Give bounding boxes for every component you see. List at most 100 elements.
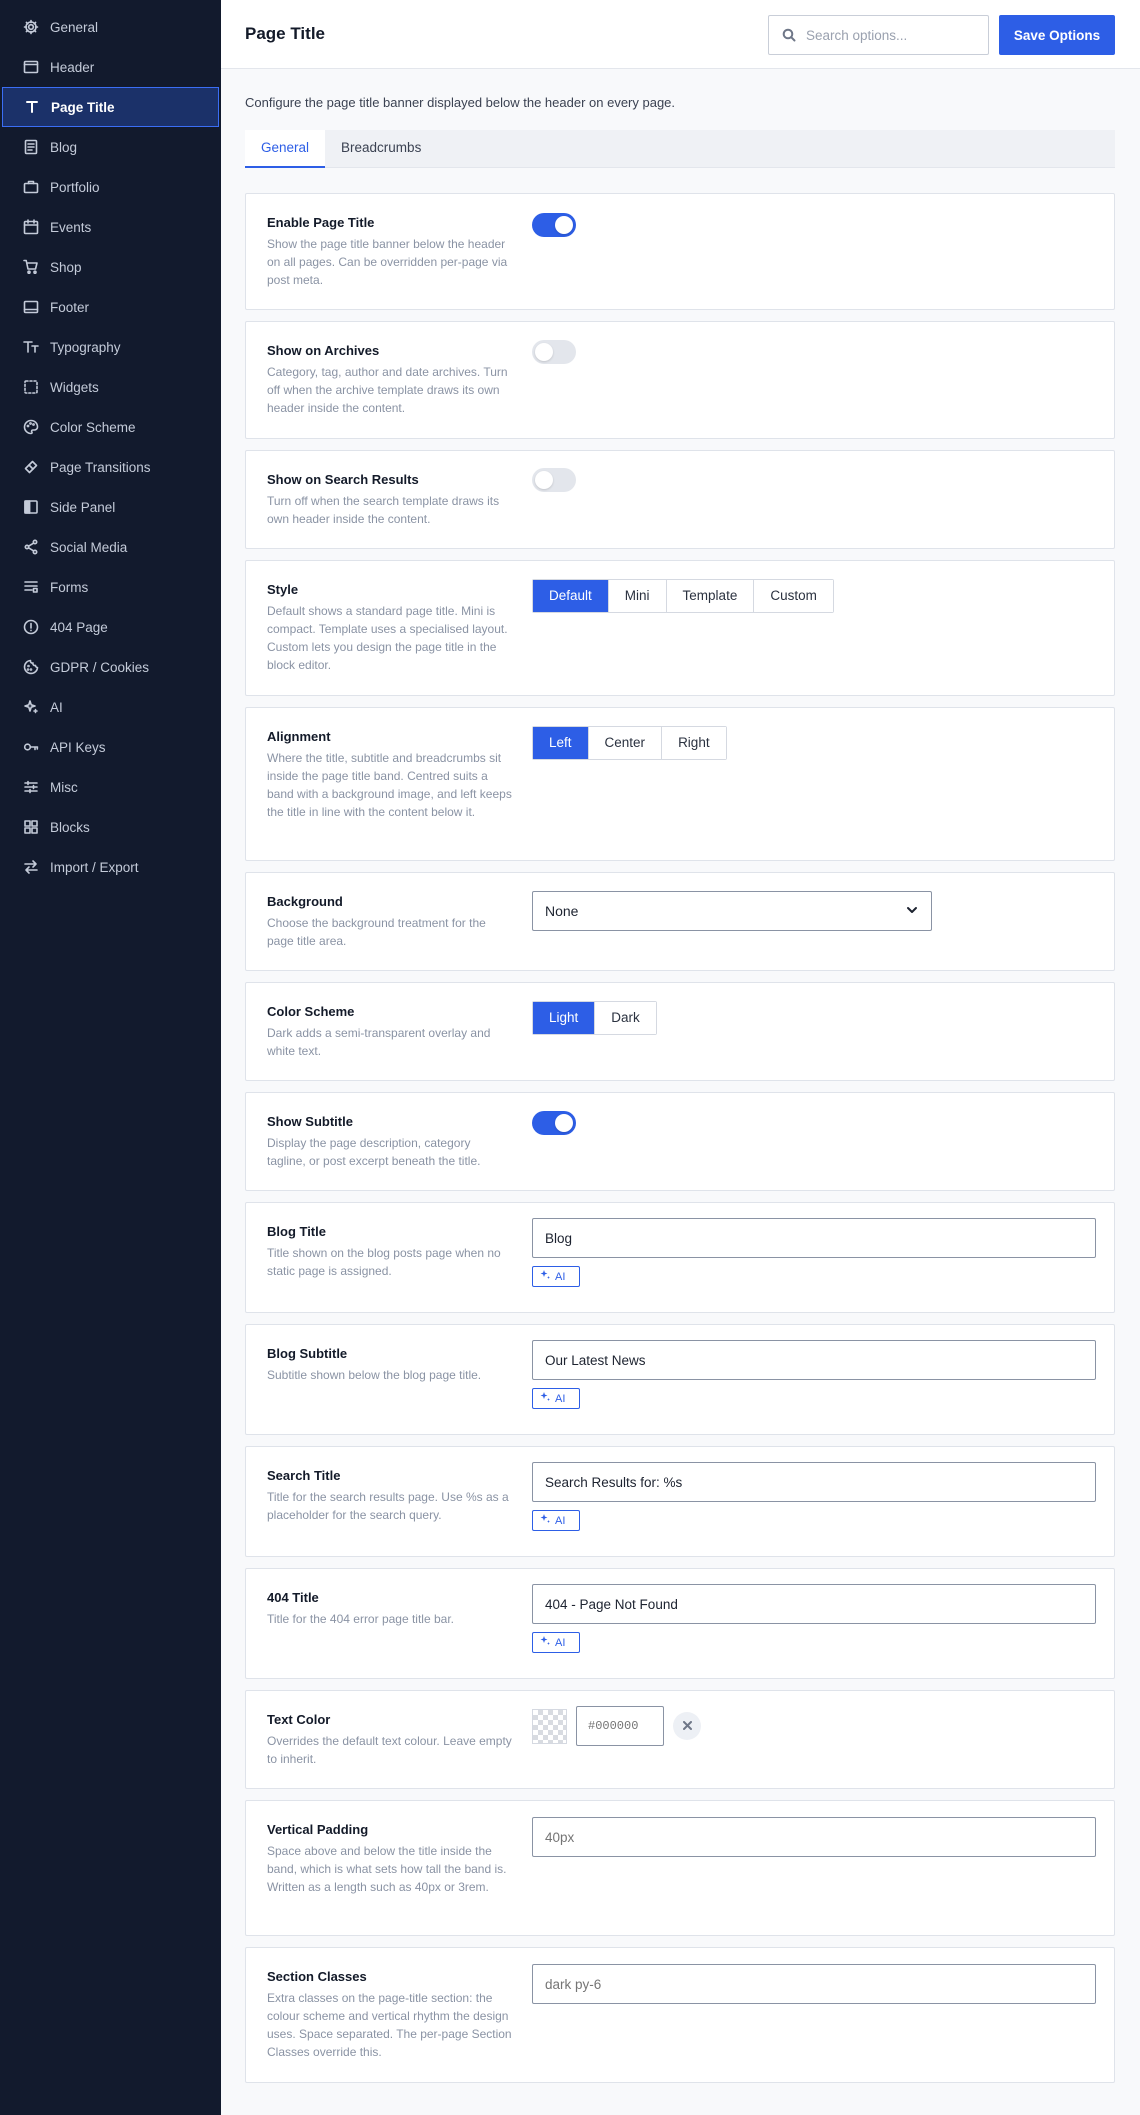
blog-title-ai-button[interactable]: AI xyxy=(532,1266,580,1287)
vertical-padding-input[interactable] xyxy=(532,1817,1096,1857)
color-scheme-segmented-control: Light Dark xyxy=(532,1001,657,1035)
alignment-option-right[interactable]: Right xyxy=(662,727,726,759)
main-content: Configure the page title banner displaye… xyxy=(245,69,1115,2083)
style-option-template[interactable]: Template xyxy=(666,580,755,612)
show-subtitle-toggle[interactable] xyxy=(532,1111,576,1135)
sidebar-item-label: Blog xyxy=(50,139,78,155)
sidebar-item-header[interactable]: Header xyxy=(0,47,221,87)
sidebar-item-ai[interactable]: AI xyxy=(0,687,221,727)
sidebar-item-color-scheme[interactable]: Color Scheme xyxy=(0,407,221,447)
sparkle-icon xyxy=(22,699,39,716)
sidebar-item-side-panel[interactable]: Side Panel xyxy=(0,487,221,527)
setting-title: Blog Title xyxy=(267,1224,326,1239)
setting-description: Subtitle shown below the blog page title… xyxy=(267,1368,482,1382)
topbar: Page Title Save Options xyxy=(221,0,1140,69)
setting-description: Choose the background treatment for the … xyxy=(267,916,486,948)
blog-subtitle-ai-button[interactable]: AI xyxy=(532,1388,580,1409)
sidebar-item-label: Shop xyxy=(50,259,82,275)
text-color-hex-input[interactable] xyxy=(576,1706,664,1746)
title-404-input[interactable] xyxy=(532,1584,1096,1624)
color-swatch[interactable] xyxy=(532,1708,567,1744)
setting-description: Category, tag, author and date archives.… xyxy=(267,365,508,415)
setting-title: Search Title xyxy=(267,1468,341,1483)
sidebar-item-misc[interactable]: Misc xyxy=(0,767,221,807)
sidebar-item-forms[interactable]: Forms xyxy=(0,567,221,607)
sliders-icon xyxy=(22,779,39,796)
typography-icon xyxy=(22,339,39,356)
calendar-icon xyxy=(22,219,39,236)
alignment-option-left[interactable]: Left xyxy=(533,727,589,759)
sidebar-item-import-export[interactable]: Import / Export xyxy=(0,847,221,887)
clear-color-button[interactable] xyxy=(673,1712,701,1740)
sidebar-item-blocks[interactable]: Blocks xyxy=(0,807,221,847)
search-title-input[interactable] xyxy=(532,1462,1096,1502)
sidebar-item-label: Footer xyxy=(50,299,90,315)
sidebar-item-shop[interactable]: Shop xyxy=(0,247,221,287)
alignment-segmented-control: Left Center Right xyxy=(532,726,727,760)
color-scheme-option-light[interactable]: Light xyxy=(533,1002,596,1034)
save-options-button[interactable]: Save Options xyxy=(999,15,1115,55)
sidebar-item-footer[interactable]: Footer xyxy=(0,287,221,327)
sidebar-item-general[interactable]: General xyxy=(0,7,221,47)
sidebar-item-404-page[interactable]: 404 Page xyxy=(0,607,221,647)
setting-style: Style Default shows a standard page titl… xyxy=(245,560,1115,696)
blog-subtitle-input[interactable] xyxy=(532,1340,1096,1380)
section-classes-input[interactable] xyxy=(532,1964,1096,2004)
sidebar-item-label: Page Transitions xyxy=(50,459,151,475)
tab-breadcrumbs[interactable]: Breadcrumbs xyxy=(325,130,437,168)
setting-title: Style xyxy=(267,582,299,597)
search-box[interactable] xyxy=(768,15,989,55)
alignment-option-center[interactable]: Center xyxy=(588,727,663,759)
enable-page-title-toggle[interactable] xyxy=(532,213,576,237)
sidebar-item-gdpr-cookies[interactable]: GDPR / Cookies xyxy=(0,647,221,687)
show-on-search-toggle[interactable] xyxy=(532,468,576,492)
style-option-mini[interactable]: Mini xyxy=(608,580,667,612)
page-title: Page Title xyxy=(245,24,325,43)
title-404-ai-button[interactable]: AI xyxy=(532,1632,580,1653)
search-input[interactable] xyxy=(806,27,976,43)
setting-search-title: Search Title Title for the search result… xyxy=(245,1446,1115,1557)
setting-description: Title shown on the blog posts page when … xyxy=(267,1246,501,1278)
setting-description: Display the page description, category t… xyxy=(267,1136,481,1168)
setting-description: Show the page title banner below the hea… xyxy=(267,237,508,287)
setting-title: Section Classes xyxy=(267,1969,367,1984)
blog-title-input[interactable] xyxy=(532,1218,1096,1258)
sidebar-item-social-media[interactable]: Social Media xyxy=(0,527,221,567)
sparkle-icon xyxy=(539,1513,555,1528)
color-scheme-option-dark[interactable]: Dark xyxy=(595,1002,656,1034)
style-option-custom[interactable]: Custom xyxy=(754,580,833,612)
alert-circle-icon xyxy=(22,619,39,636)
setting-description: Overrides the default text colour. Leave… xyxy=(267,1734,512,1766)
ai-button-label: AI xyxy=(555,1270,566,1283)
tab-general[interactable]: General xyxy=(245,130,326,168)
transition-icon xyxy=(22,459,39,476)
background-select-value: None xyxy=(545,903,579,919)
side-panel-icon xyxy=(22,499,39,516)
gear-icon xyxy=(22,19,39,36)
background-select[interactable]: None xyxy=(532,891,932,931)
sidebar-item-blog[interactable]: Blog xyxy=(0,127,221,167)
setting-show-on-archives: Show on Archives Category, tag, author a… xyxy=(245,321,1115,439)
document-icon xyxy=(22,139,39,156)
sidebar-item-label: GDPR / Cookies xyxy=(50,659,150,675)
sidebar-item-page-title[interactable]: Page Title xyxy=(2,87,219,127)
briefcase-icon xyxy=(22,179,39,196)
sidebar: General Header Page Title Blog Portfolio… xyxy=(0,0,221,2115)
sidebar-item-events[interactable]: Events xyxy=(0,207,221,247)
sidebar-item-typography[interactable]: Typography xyxy=(0,327,221,367)
forms-icon xyxy=(22,579,39,596)
sidebar-item-label: Blocks xyxy=(50,819,90,835)
sidebar-item-label: AI xyxy=(50,699,63,715)
show-on-archives-toggle[interactable] xyxy=(532,340,576,364)
ai-button-label: AI xyxy=(555,1392,566,1405)
setting-background: Background Choose the background treatme… xyxy=(245,872,1115,971)
widgets-dashed-icon xyxy=(22,379,39,396)
text-color-picker xyxy=(532,1706,701,1746)
sidebar-item-page-transitions[interactable]: Page Transitions xyxy=(0,447,221,487)
sidebar-item-label: Forms xyxy=(50,579,89,595)
sidebar-item-portfolio[interactable]: Portfolio xyxy=(0,167,221,207)
style-option-default[interactable]: Default xyxy=(533,580,609,612)
sidebar-item-api-keys[interactable]: API Keys xyxy=(0,727,221,767)
sidebar-item-widgets[interactable]: Widgets xyxy=(0,367,221,407)
search-title-ai-button[interactable]: AI xyxy=(532,1510,580,1531)
